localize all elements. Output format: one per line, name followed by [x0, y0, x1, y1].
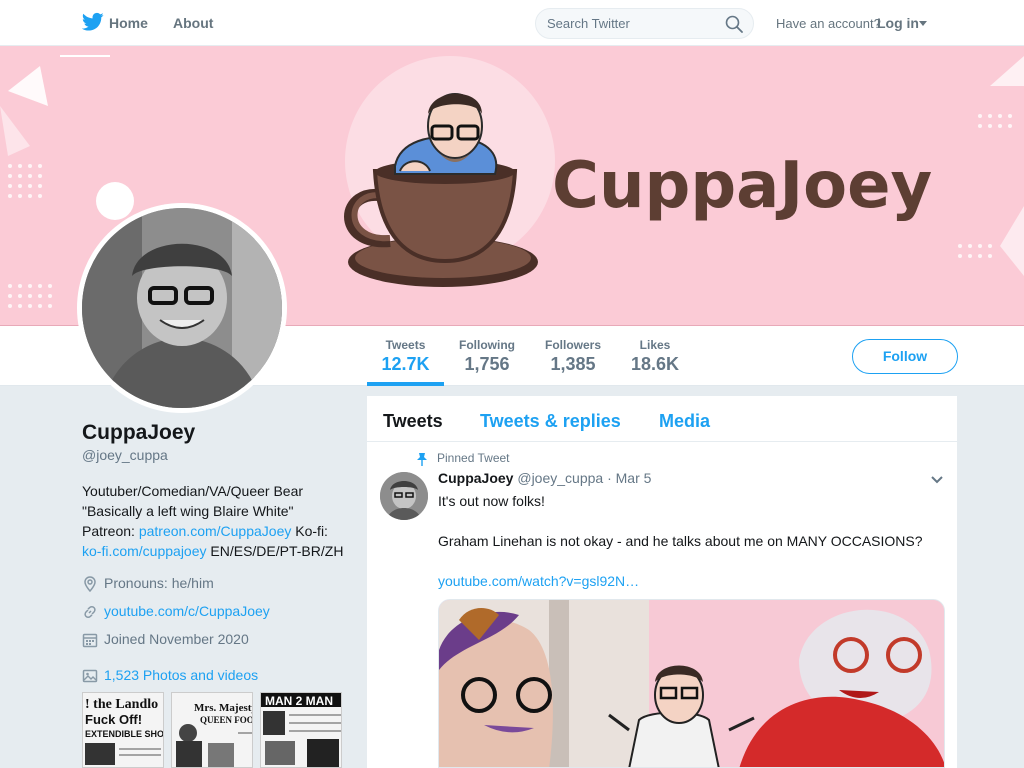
chevron-down-icon[interactable]	[919, 21, 927, 26]
kofi-link[interactable]: ko-fi.com/cuppajoey	[82, 543, 207, 559]
media-count-text[interactable]: 1,523 Photos and videos	[104, 667, 258, 683]
media-thumbnails: ! the Landlo Fuck Off! EXTENDIBLE SHOES …	[82, 692, 342, 768]
tweet-avatar[interactable]	[380, 472, 428, 520]
pin-icon	[417, 453, 427, 466]
media-thumbnail[interactable]: Mrs. Majesty QUEEN FOOD	[171, 692, 253, 768]
patreon-link[interactable]: patreon.com/CuppaJoey	[139, 523, 292, 539]
chevron-down-icon[interactable]	[930, 475, 944, 485]
stat-following[interactable]: Following 1,756	[452, 338, 522, 375]
tweet-separator: ·	[607, 470, 612, 486]
profile-bio: Youtuber/Comedian/VA/Queer Bear "Basical…	[82, 481, 352, 561]
account-prompt: Have an account?	[776, 16, 881, 31]
stat-value: 1,756	[464, 354, 510, 374]
bio-line: Youtuber/Comedian/VA/Queer Bear	[82, 483, 304, 499]
stat-label: Following	[459, 338, 515, 352]
search-box	[535, 8, 754, 39]
bio-text: Patreon:	[82, 523, 139, 539]
follow-button[interactable]: Follow	[852, 339, 958, 374]
stat-tweets[interactable]: Tweets 12.7K	[367, 338, 444, 375]
tab-media[interactable]: Media	[659, 411, 710, 432]
tweet-link[interactable]: youtube.com/watch?v=gsl92N…	[438, 573, 639, 589]
media-thumbnail[interactable]: ! the Landlo Fuck Off! EXTENDIBLE SHOES	[82, 692, 164, 768]
login-button[interactable]: Log in	[877, 15, 919, 31]
stat-label: Followers	[544, 338, 601, 352]
search-input[interactable]	[547, 16, 717, 31]
tab-tweets[interactable]: Tweets	[383, 411, 443, 432]
stat-label: Tweets	[385, 338, 426, 352]
stat-followers[interactable]: Followers 1,385	[536, 338, 610, 375]
website-link-text[interactable]: youtube.com/c/CuppaJoey	[104, 603, 270, 619]
tab-tweets-replies[interactable]: Tweets & replies	[480, 411, 621, 432]
search-icon[interactable]	[725, 15, 743, 33]
avatar-photo	[82, 208, 282, 408]
svg-text:! the Landlo: ! the Landlo	[85, 697, 158, 712]
stat-value: 18.6K	[630, 354, 680, 374]
profile-name[interactable]: CuppaJoey	[82, 421, 352, 445]
twitter-bird-icon[interactable]	[82, 12, 104, 32]
tweet-author-name[interactable]: CuppaJoey	[438, 470, 513, 486]
svg-text:MAN 2 MAN: MAN 2 MAN	[265, 694, 333, 708]
bio-line: ko-fi.com/cuppajoey EN/ES/DE/PT-BR/ZH	[82, 541, 352, 561]
tweet-line: Graham Linehan is not okay - and he talk…	[438, 533, 923, 549]
media-thumbnail[interactable]: MAN 2 MAN	[260, 692, 342, 768]
banner-title: CuppaJoey	[552, 149, 933, 223]
svg-text:Mrs. Majesty: Mrs. Majesty	[194, 702, 253, 714]
link-icon	[84, 605, 96, 619]
active-stat-underline	[367, 382, 444, 386]
website-link[interactable]: youtube.com/c/CuppaJoey	[104, 603, 270, 619]
timeline-tabs: Tweets Tweets & replies Media	[367, 396, 957, 442]
stat-likes[interactable]: Likes 18.6K	[624, 338, 686, 375]
bio-line: Patreon: patreon.com/CuppaJoey Ko-fi:	[82, 521, 352, 541]
svg-text:QUEEN FOOD: QUEEN FOOD	[200, 715, 253, 725]
tweet-date[interactable]: Mar 5	[616, 470, 652, 486]
timeline: Tweets Tweets & replies Media Pinned Twe…	[367, 396, 957, 768]
profile-header: CuppaJoey @joey_cuppa	[82, 421, 352, 463]
pinned-tweet-label: Pinned Tweet	[437, 451, 510, 465]
tweet-author-handle[interactable]: @joey_cuppa	[517, 470, 603, 486]
tweet-line: It's out now folks!	[438, 493, 545, 509]
tweet-text: It's out now folks! Graham Linehan is no…	[438, 491, 938, 591]
bio-text: Ko-fi:	[291, 523, 328, 539]
media-count-link[interactable]: 1,523 Photos and videos	[104, 667, 258, 683]
stat-value: 1,385	[550, 354, 596, 374]
top-nav: Home About Have an account? Log in	[0, 0, 1024, 46]
svg-text:Fuck Off!: Fuck Off!	[85, 712, 142, 727]
tweet-media-image[interactable]	[438, 599, 945, 768]
photo-icon	[82, 669, 98, 683]
stat-value: 12.7K	[381, 354, 430, 374]
svg-text:EXTENDIBLE SHOES: EXTENDIBLE SHOES	[85, 729, 164, 739]
joined-text: Joined November 2020	[104, 631, 249, 647]
stat-label: Likes	[639, 338, 671, 352]
profile-avatar[interactable]	[77, 203, 287, 413]
nav-about[interactable]: About	[173, 15, 213, 31]
pronouns-text: Pronouns: he/him	[104, 575, 214, 591]
bio-line: "Basically a left wing Blaire White"	[82, 503, 294, 519]
bio-text: EN/ES/DE/PT-BR/ZH	[206, 543, 344, 559]
calendar-icon	[82, 633, 98, 648]
location-icon	[84, 576, 96, 592]
tweet-header: CuppaJoey @joey_cuppa · Mar 5	[438, 470, 651, 486]
nav-home[interactable]: Home	[109, 15, 148, 31]
profile-handle[interactable]: @joey_cuppa	[82, 447, 352, 463]
